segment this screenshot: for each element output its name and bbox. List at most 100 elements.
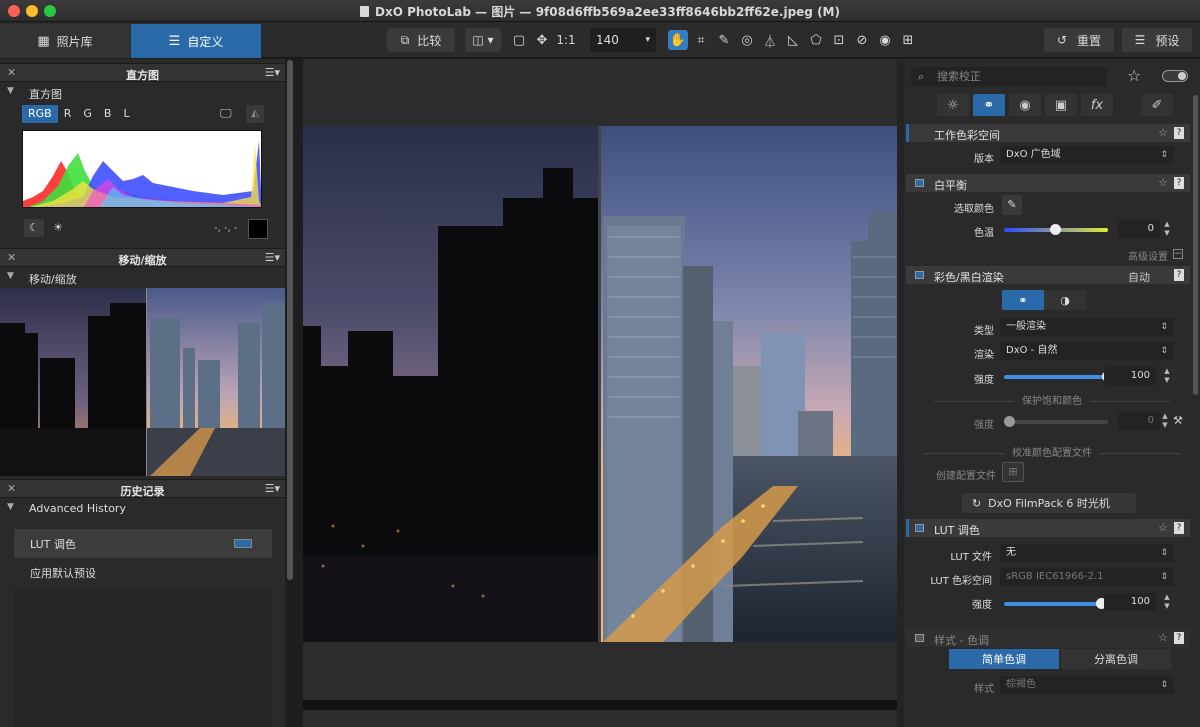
advanced-settings-label[interactable]: 高级设置 [1110,248,1168,263]
temperature-value[interactable]: 0 [1118,220,1160,238]
history-panel-header[interactable]: ✕ 历史记录 ☰▾ [0,479,285,498]
eyedropper-icon[interactable]: ✎ [714,30,734,50]
search-input[interactable]: ⌕ 搜索校正 [911,67,1107,87]
navigator-thumbnail[interactable] [0,288,285,476]
toggle-switch[interactable] [1162,70,1188,82]
channel-b[interactable]: B [98,105,118,123]
history-subheader[interactable]: ▼ Advanced History [0,500,285,518]
slider-knob[interactable] [1050,224,1061,235]
split-view-button[interactable]: ◫ ▾ [465,28,501,52]
loupe-icon[interactable]: ⊞ [898,30,918,50]
panel-menu-icon[interactable]: ☰▾ [265,251,280,264]
profile-icon[interactable]: ⊞ [1002,462,1024,482]
local-adjust-icon[interactable]: ⊘ [852,30,872,50]
proof-icon[interactable]: ◭ [246,105,264,123]
histogram-subheader[interactable]: ▼ 直方图 [0,84,285,102]
geometry-icon[interactable]: ▣ [1045,94,1077,116]
lut-colorspace-select[interactable]: sRGB IEC61966-2.1 ⇕ [1000,568,1174,586]
effects-icon[interactable]: fx [1081,94,1113,116]
histogram-panel-header[interactable]: ✕ 直方图 ☰▾ [0,63,285,82]
enable-checkbox[interactable] [915,271,924,279]
photo-before-after[interactable] [303,126,897,642]
help-icon[interactable]: ? [1174,269,1184,281]
crop-icon[interactable]: ⌗ [691,30,711,50]
lut-strength-value[interactable]: 100 [1104,593,1156,611]
render-strength-value[interactable]: 100 [1104,367,1156,385]
render-strength-slider[interactable] [1004,371,1113,382]
lut-file-select[interactable]: 无 ⇕ [1000,544,1174,562]
working-space-section-header[interactable]: 工作色彩空间 ☆ ? [906,124,1190,142]
star-icon[interactable]: ☆ [1158,126,1168,139]
presets-button[interactable]: ☰ 预设 [1122,28,1192,52]
star-icon[interactable]: ☆ [1158,631,1168,644]
lut-strength-slider[interactable] [1004,598,1107,609]
help-icon[interactable]: ? [1174,522,1184,534]
bw-mode-button[interactable]: ◑ [1044,290,1086,310]
simple-toning-tab[interactable]: 简单色调 [949,649,1059,669]
local-edit-icon[interactable]: ✐ [1141,94,1173,116]
channel-g[interactable]: G [77,105,98,123]
right-panel-scrollbar[interactable] [1193,95,1198,395]
panel-menu-icon[interactable]: ☰▾ [265,482,280,495]
protect-strength-slider[interactable] [1004,416,1108,427]
temperature-slider[interactable] [1004,224,1108,235]
style-select[interactable]: 棕褐色 ⇕ [1000,676,1174,694]
auto-label[interactable]: 自动 [1128,269,1150,285]
move-icon[interactable]: ✥ [532,30,552,50]
highlight-clipping-icon[interactable]: ☀ [48,219,68,237]
repair-icon[interactable]: ⊡ [829,30,849,50]
light-icon[interactable]: ☼ [937,94,969,116]
navigator-panel-header[interactable]: ✕ 移动/缩放 ☰▾ [0,248,285,267]
perspective-icon[interactable]: ⏃ [760,30,780,50]
channel-rgb[interactable]: RGB [22,105,58,123]
magic-wand-icon[interactable]: ⚒ [1173,414,1183,427]
panel-divider[interactable] [897,59,904,727]
compare-button[interactable]: ⧉ 比较 [387,28,455,52]
help-icon[interactable]: ? [1174,632,1184,644]
slider-knob[interactable] [1004,416,1015,427]
compare-badge-icon[interactable] [234,539,252,548]
tab-customize[interactable]: ☰ 自定义 [131,24,261,58]
enable-checkbox[interactable] [915,524,924,532]
enable-checkbox[interactable] [915,179,924,187]
split-toning-tab[interactable]: 分离色调 [1061,649,1171,669]
channel-r[interactable]: R [58,105,78,123]
stepper-icon[interactable]: ▲ ▼ [1162,220,1172,238]
history-item[interactable]: LUT 调色 [14,529,272,558]
shadow-clipping-icon[interactable]: ☾ [24,219,44,237]
red-eye-icon[interactable]: ◎ [737,30,757,50]
filmpack-button[interactable]: ↻ DxO FilmPack 6 时光机 [962,493,1136,513]
version-select[interactable]: DxO 广色域 ⇕ [1000,146,1174,164]
horizon-icon[interactable]: ◺ [783,30,803,50]
style-toning-section-header[interactable]: 样式 - 色调 ☆ ? [906,629,1190,647]
white-balance-section-header[interactable]: 白平衡 ☆ ? [906,174,1190,192]
favorite-star-icon[interactable]: ☆ [1127,66,1141,85]
reset-button[interactable]: ↺ 重置 [1044,28,1114,52]
lut-section-header[interactable]: LUT 调色 ☆ ? [906,519,1190,537]
channel-l[interactable]: L [117,105,135,123]
stepper-icon[interactable]: ▲ ▼ [1162,593,1172,611]
color-icon[interactable]: ⚭ [973,94,1005,116]
navigator-subheader[interactable]: ▼ 移动/缩放 [0,269,285,287]
protect-strength-value[interactable]: 0 [1118,412,1160,430]
render-select[interactable]: DxO - 自然 ⇕ [1000,342,1174,360]
history-item[interactable]: 应用默认预设 [14,558,272,587]
detail-icon[interactable]: ◉ [1009,94,1041,116]
star-icon[interactable]: ☆ [1158,521,1168,534]
panel-menu-icon[interactable]: ☰▾ [265,66,280,79]
collapse-icon[interactable]: − [1173,249,1183,259]
stepper-icon[interactable]: ▲ ▼ [1160,412,1170,430]
volume-icon[interactable]: ⬠ [806,30,826,50]
hand-tool-icon[interactable]: ✋ [668,30,688,50]
monitor-icon[interactable]: 🖵 [220,106,238,122]
help-icon[interactable]: ? [1174,127,1184,139]
eye-icon[interactable]: ◉ [875,30,895,50]
star-icon[interactable]: ☆ [1158,176,1168,189]
help-icon[interactable]: ? [1174,177,1184,189]
color-mode-button[interactable]: ⚭ [1002,290,1044,310]
one-to-one-button[interactable]: 1:1 [555,30,577,50]
zoom-select[interactable]: 140 ▾ [590,28,656,52]
left-panel-scrollbar[interactable] [287,60,293,580]
fit-screen-icon[interactable]: ▢ [509,30,529,50]
type-select[interactable]: 一般渲染 ⇕ [1000,318,1174,336]
